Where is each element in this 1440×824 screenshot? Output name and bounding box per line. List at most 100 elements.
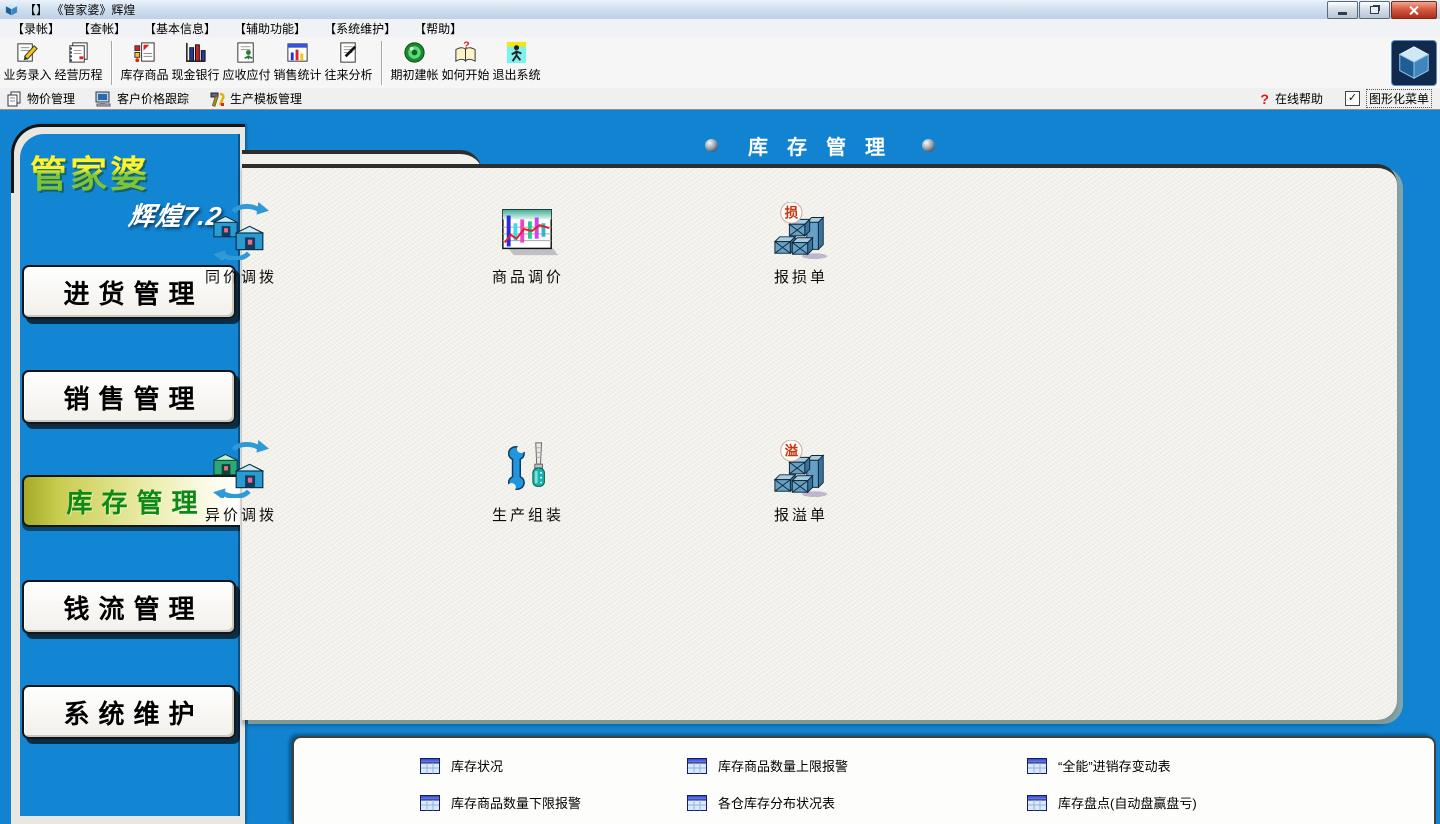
exit-system-button[interactable]: 退出系统 xyxy=(491,38,542,88)
logo-title: 管家婆 xyxy=(30,144,150,198)
report-link-warehouse-distribution[interactable]: 各仓库存分布状况表 xyxy=(687,793,1027,812)
minimize-icon xyxy=(1338,12,1347,15)
svg-text:?: ? xyxy=(463,40,469,52)
documents-icon xyxy=(6,91,22,107)
production-template-button[interactable]: 生产模板管理 xyxy=(209,90,302,107)
restore-icon xyxy=(1370,6,1379,14)
menu-item-query[interactable]: 【查帐】 xyxy=(69,20,135,37)
menu-item-system-maintain[interactable]: 【系统维护】 xyxy=(315,20,405,37)
inventory-goods-icon xyxy=(132,40,157,65)
monitor-icon xyxy=(95,91,112,107)
toolbar-button-label: 往来分析 xyxy=(324,66,372,83)
transaction-analysis-button[interactable]: 往来分析 xyxy=(323,38,374,88)
report-link-almighty-change-table[interactable]: “全能”进销存变动表 xyxy=(1027,756,1426,775)
menu-item-help[interactable]: 【帮助】 xyxy=(405,20,471,37)
main-area: 管家婆 辉煌7.2 进货管理 销售管理 库存管理 钱流管理 系统维护 库 存 管… xyxy=(0,110,1440,824)
close-button[interactable] xyxy=(1391,1,1437,19)
report-link-label: 库存盘点(自动盘赢盘亏) xyxy=(1058,793,1197,812)
module-label: 异价调拨 xyxy=(205,504,277,525)
customer-price-tracking-button[interactable]: 客户价格跟踪 xyxy=(95,90,189,107)
business-history-icon xyxy=(66,40,91,65)
report-link-upper-limit-alarm[interactable]: 库存商品数量上限报警 xyxy=(687,756,1027,775)
initial-account-icon xyxy=(402,40,427,65)
module-overflow-report[interactable]: 溢 报溢单 xyxy=(731,440,871,525)
loss-badge-text: 损 xyxy=(785,204,799,220)
toolbar-button-label: 经营历程 xyxy=(54,66,102,83)
report-link-stocktaking[interactable]: 库存盘点(自动盘赢盘亏) xyxy=(1027,793,1426,812)
graphic-menu-label[interactable]: 图形化菜单 xyxy=(1366,89,1432,108)
module-same-price-transfer[interactable]: 同价调拨 xyxy=(171,202,311,287)
how-to-start-button[interactable]: ? 如何开始 xyxy=(440,38,491,88)
report-link-label: “全能”进销存变动表 xyxy=(1058,756,1171,775)
tools-icon xyxy=(209,91,225,107)
window-title: 【】 《管家婆》辉煌 xyxy=(24,1,135,18)
warehouse-transfer-same-icon xyxy=(210,202,272,260)
receivable-payable-icon xyxy=(234,40,259,65)
menu-bar: 【录帐】 【查帐】 【基本信息】 【辅助功能】 【系统维护】 【帮助】 xyxy=(0,19,1440,38)
table-icon xyxy=(420,758,440,774)
business-entry-button[interactable]: 业务录入 xyxy=(2,38,53,88)
report-link-stock-status[interactable]: 库存状况 xyxy=(420,756,687,775)
report-link-label: 库存商品数量上限报警 xyxy=(718,756,848,775)
business-history-button[interactable]: 经营历程 xyxy=(53,38,104,88)
cash-bank-button[interactable]: 现金银行 xyxy=(170,38,221,88)
inventory-goods-button[interactable]: 库存商品 xyxy=(119,38,170,88)
toolbar2-label: 客户价格跟踪 xyxy=(117,90,189,107)
menu-item-record[interactable]: 【录帐】 xyxy=(3,20,69,37)
exit-system-icon xyxy=(504,40,529,65)
module-loss-report[interactable]: 损 报损单 xyxy=(731,202,871,287)
toolbar2-label: 物价管理 xyxy=(27,90,75,107)
initial-account-button[interactable]: 期初建帐 xyxy=(389,38,440,88)
table-icon xyxy=(420,795,440,811)
sales-stats-icon xyxy=(285,40,310,65)
table-icon xyxy=(687,795,707,811)
page-title: 库 存 管 理 xyxy=(748,131,892,160)
minimize-button[interactable] xyxy=(1327,1,1358,19)
sales-stats-button[interactable]: 销售统计 xyxy=(272,38,323,88)
close-icon xyxy=(1409,5,1419,15)
receivable-payable-button[interactable]: 应收应付 xyxy=(221,38,272,88)
business-entry-icon xyxy=(15,40,40,65)
module-label: 报溢单 xyxy=(774,504,828,525)
reports-panel: 库存状况 库存商品数量上限报警 “全能”进销存变动表 库存商品数量下限报警 各仓… xyxy=(292,736,1436,824)
graphic-menu-checkbox[interactable]: ✓ xyxy=(1345,91,1360,106)
overflow-badge-text: 溢 xyxy=(785,442,799,458)
transaction-analysis-icon xyxy=(336,40,361,65)
toolbar-separator xyxy=(111,41,112,85)
table-icon xyxy=(687,758,707,774)
module-goods-price-adjust[interactable]: 商品调价 xyxy=(458,202,598,287)
menu-item-auxiliary[interactable]: 【辅助功能】 xyxy=(225,20,315,37)
toolbar-button-label: 业务录入 xyxy=(3,66,51,83)
menu-item-basic-info[interactable]: 【基本信息】 xyxy=(135,20,225,37)
brand-cube-icon xyxy=(1395,44,1433,82)
toolbar-button-label: 退出系统 xyxy=(492,66,540,83)
toolbar-button-label: 销售统计 xyxy=(273,66,321,83)
module-diff-price-transfer[interactable]: 异价调拨 xyxy=(171,440,311,525)
toolbar-separator xyxy=(381,41,382,85)
restore-button[interactable] xyxy=(1359,1,1390,19)
app-icon xyxy=(4,2,19,17)
loss-boxes-icon: 损 xyxy=(770,202,832,260)
assembly-tools-icon xyxy=(497,440,559,498)
module-production-assembly[interactable]: 生产组装 xyxy=(458,440,598,525)
main-toolbar: 业务录入 经营历程 库存商品 现金银行 xyxy=(0,37,1440,89)
toolbar-button-label: 期初建帐 xyxy=(390,66,438,83)
module-label: 报损单 xyxy=(774,266,828,287)
online-help-button[interactable]: 在线帮助 xyxy=(1275,90,1323,107)
price-management-button[interactable]: 物价管理 xyxy=(6,90,75,107)
report-link-label: 库存商品数量下限报警 xyxy=(451,793,581,812)
brand-cube-box xyxy=(1391,40,1437,86)
sidebar-item-cashflow[interactable]: 钱流管理 xyxy=(22,580,236,634)
warehouse-transfer-diff-icon xyxy=(210,440,272,498)
report-link-lower-limit-alarm[interactable]: 库存商品数量下限报警 xyxy=(420,793,687,812)
sidebar-item-sales[interactable]: 销售管理 xyxy=(22,370,236,424)
cash-bank-icon xyxy=(183,40,208,65)
toolbar-button-label: 应收应付 xyxy=(222,66,270,83)
question-icon: ? xyxy=(1260,91,1269,107)
report-link-label: 库存状况 xyxy=(451,756,503,775)
sidebar-item-system[interactable]: 系统维护 xyxy=(22,685,236,739)
module-label: 商品调价 xyxy=(492,266,564,287)
sphere-icon xyxy=(922,139,935,152)
module-label: 生产组装 xyxy=(492,504,564,525)
toolbar2-label: 生产模板管理 xyxy=(230,90,302,107)
